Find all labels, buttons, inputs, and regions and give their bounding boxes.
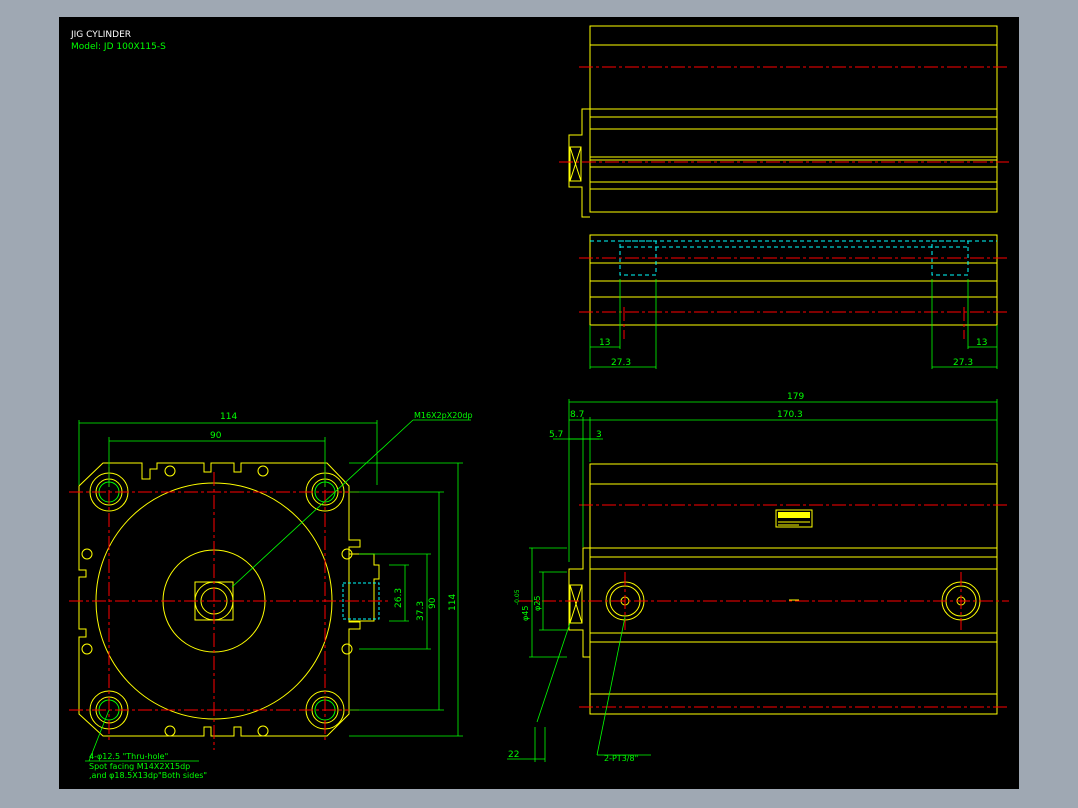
thread-note: M16X2pX20dp (414, 411, 473, 420)
dim-37-3: 37.3 (416, 601, 426, 621)
brand-logo (775, 509, 813, 528)
dim-22: 22 (508, 750, 519, 760)
hole-note-3: ,and φ18.5X13dp"Both sides" (89, 771, 207, 780)
dim-27-left: 27.3 (611, 358, 631, 368)
dim-5-7: 5.7 (549, 430, 563, 440)
hole-note-2: Spot facing M14X2X15dp (89, 762, 190, 771)
dim-13-left: 13 (599, 338, 610, 348)
dim-3: 3 (596, 430, 602, 440)
dim-phi45: φ45 (521, 606, 530, 621)
front-view: 114 90 M16X2pX20dp 26.3 37.3 90 114 4-φ1… (69, 411, 473, 780)
side-view: 179 8.7 170.3 5.7 3 φ45 -0.05 φ25 22 2-P… (507, 392, 1009, 763)
dim-phi25: φ25 (533, 596, 542, 611)
dim-phi45-tol: -0.05 (514, 589, 521, 605)
dim-114-right: 114 (448, 594, 458, 611)
dim-170-3: 170.3 (777, 410, 803, 420)
top-view: 13 27.3 27.3 13 (559, 25, 1009, 369)
port-note: 2-PT3/8" (604, 754, 638, 763)
title-text: JIG CYLINDER (70, 30, 131, 40)
dim-90-top: 90 (210, 431, 222, 441)
dim-8-7: 8.7 (570, 410, 584, 420)
cad-drawing: JIG CYLINDER Model: JD 100X115-S 13 27.3… (69, 25, 1009, 780)
dim-26-3: 26.3 (394, 588, 404, 608)
dim-13-right: 13 (976, 338, 987, 348)
cad-viewport[interactable]: JIG CYLINDER Model: JD 100X115-S 13 27.3… (59, 17, 1019, 789)
dim-90-right: 90 (428, 597, 438, 609)
dim-114-top: 114 (220, 412, 237, 422)
hole-note-1: 4-φ12.5 "Thru-hole" (89, 752, 168, 761)
dim-27-right: 27.3 (953, 358, 973, 368)
dim-179: 179 (787, 392, 804, 402)
model-text: Model: JD 100X115-S (71, 42, 166, 52)
